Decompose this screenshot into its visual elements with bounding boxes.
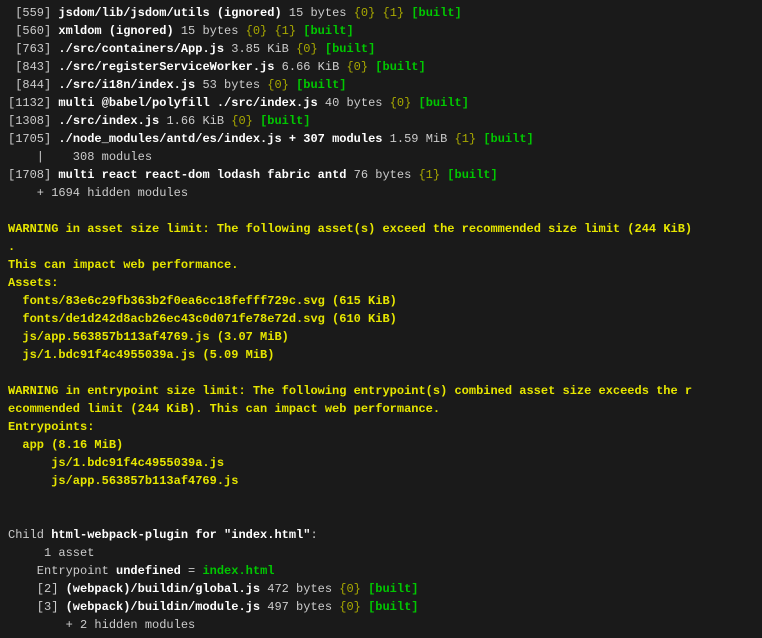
module-line: [1708] multi react react-dom lodash fabr… xyxy=(8,166,754,184)
module-line: [1308] ./src/index.js 1.66 KiB {0} [buil… xyxy=(8,112,754,130)
hidden-modules: + 1694 hidden modules xyxy=(8,184,754,202)
module-line: [559] jsdom/lib/jsdom/utils (ignored) 15… xyxy=(8,4,754,22)
module-line: [844] ./src/i18n/index.js 53 bytes {0} [… xyxy=(8,76,754,94)
asset-item: js/app.563857b113af4769.js (3.07 MiB) xyxy=(8,328,754,346)
asset-item: fonts/83e6c29fb363b2f0ea6cc18fefff729c.s… xyxy=(8,292,754,310)
module-line: [560] xmldom (ignored) 15 bytes {0} {1} … xyxy=(8,22,754,40)
terminal-output: [559] jsdom/lib/jsdom/utils (ignored) 15… xyxy=(8,4,754,634)
module-line: [763] ./src/containers/App.js 3.85 KiB {… xyxy=(8,40,754,58)
asset-item: fonts/de1d242d8acb26ec43c0d071fe78e72d.s… xyxy=(8,310,754,328)
module-line: [843] ./src/registerServiceWorker.js 6.6… xyxy=(8,58,754,76)
module-line: [1705] ./node_modules/antd/es/index.js +… xyxy=(8,130,754,148)
submodule-count: | 308 modules xyxy=(8,148,754,166)
asset-item: js/1.bdc91f4c4955039a.js (5.09 MiB) xyxy=(8,346,754,364)
module-line: [2] (webpack)/buildin/global.js 472 byte… xyxy=(8,580,754,598)
hidden-modules: + 2 hidden modules xyxy=(8,616,754,634)
module-line: [1132] multi @babel/polyfill ./src/index… xyxy=(8,94,754,112)
module-line: [3] (webpack)/buildin/module.js 497 byte… xyxy=(8,598,754,616)
entrypoint-line: Entrypoint undefined = index.html xyxy=(8,562,754,580)
warning-line: WARNING in entrypoint size limit: The fo… xyxy=(8,382,754,400)
child-header: Child html-webpack-plugin for "index.htm… xyxy=(8,526,754,544)
warning-line: WARNING in asset size limit: The followi… xyxy=(8,220,754,238)
